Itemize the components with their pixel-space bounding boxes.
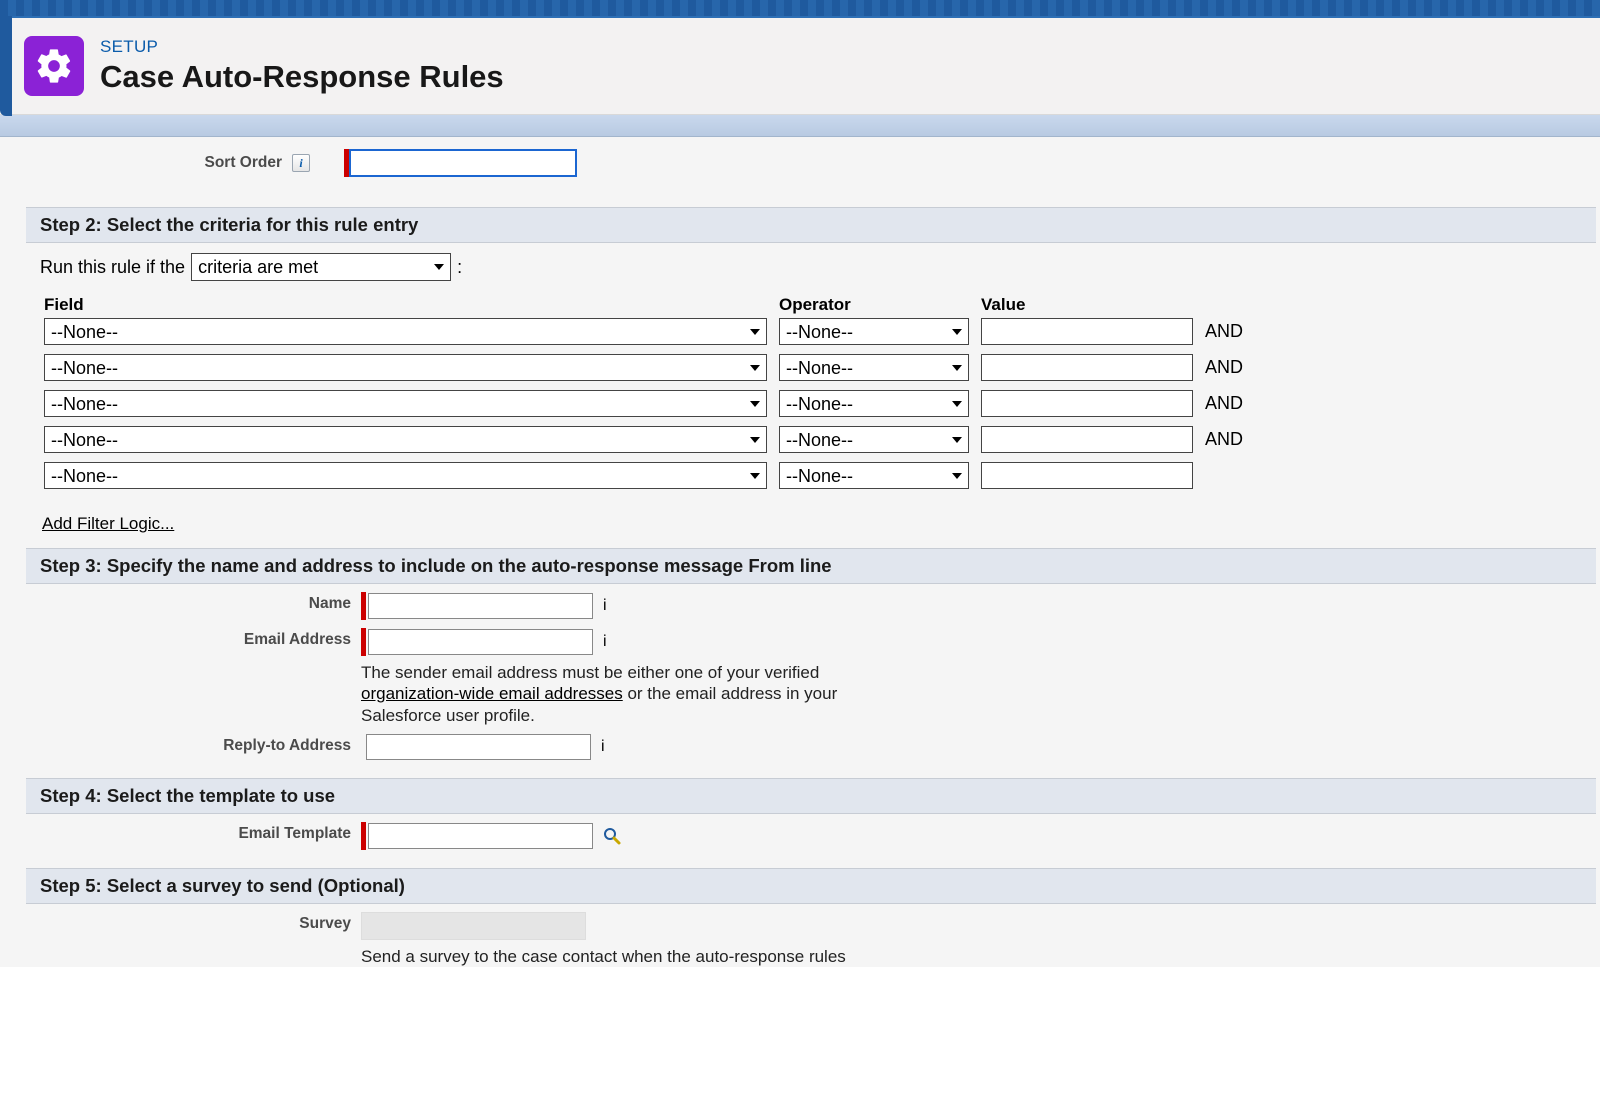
operator-select[interactable]: --None--: [779, 354, 969, 381]
operator-select[interactable]: --None--: [779, 426, 969, 453]
step-5-header: Step 5: Select a survey to send (Optiona…: [26, 868, 1596, 904]
field-select[interactable]: --None--: [44, 426, 767, 453]
field-select[interactable]: --None--: [44, 462, 767, 489]
name-label: Name: [26, 592, 361, 620]
survey-disabled-field: [361, 912, 586, 940]
lookup-icon[interactable]: [601, 825, 623, 847]
reply-to-label: Reply-to Address: [26, 734, 361, 760]
required-indicator: [361, 628, 366, 656]
sort-order-input[interactable]: [349, 149, 577, 177]
step-2-header: Step 2: Select the criteria for this rul…: [26, 207, 1596, 243]
value-input[interactable]: [981, 462, 1193, 489]
setup-gear-icon: [24, 36, 84, 96]
email-template-input[interactable]: [368, 823, 593, 849]
survey-hint-text: Send a survey to the case contact when t…: [361, 946, 846, 967]
breadcrumb: SETUP: [100, 37, 504, 57]
org-wide-addresses-link[interactable]: organization-wide email addresses: [361, 684, 623, 703]
email-address-input[interactable]: [368, 629, 593, 655]
field-select[interactable]: --None--: [44, 390, 767, 417]
page-header: SETUP Case Auto-Response Rules: [0, 18, 1600, 115]
info-icon[interactable]: i: [601, 738, 605, 756]
run-rule-prefix: Run this rule if the: [40, 257, 185, 278]
page-title: Case Auto-Response Rules: [100, 59, 504, 95]
criteria-mode-select[interactable]: criteria are met: [191, 253, 451, 281]
info-icon[interactable]: i: [292, 154, 310, 172]
value-input[interactable]: [981, 390, 1193, 417]
step-3-header: Step 3: Specify the name and address to …: [26, 548, 1596, 584]
value-input[interactable]: [981, 354, 1193, 381]
filter-row: --None-- --None--: [44, 462, 1578, 489]
value-input[interactable]: [981, 318, 1193, 345]
and-label: AND: [1205, 429, 1265, 450]
gear-icon: [34, 46, 74, 86]
step-4-header: Step 4: Select the template to use: [26, 778, 1596, 814]
operator-select[interactable]: --None--: [779, 390, 969, 417]
and-label: AND: [1205, 393, 1265, 414]
filter-row: --None-- --None-- AND: [44, 354, 1578, 381]
and-label: AND: [1205, 321, 1265, 342]
top-pattern-bar: [0, 0, 1600, 18]
operator-select[interactable]: --None--: [779, 318, 969, 345]
add-filter-logic-link[interactable]: Add Filter Logic...: [26, 506, 186, 542]
and-label: AND: [1205, 357, 1265, 378]
field-select[interactable]: --None--: [44, 318, 767, 345]
email-hint-text: The sender email address must be either …: [361, 662, 881, 726]
sub-header-strip: [0, 115, 1600, 137]
name-input[interactable]: [368, 593, 593, 619]
operator-select[interactable]: --None--: [779, 462, 969, 489]
required-indicator: [361, 592, 366, 620]
filter-row: --None-- --None-- AND: [44, 318, 1578, 345]
survey-label: Survey: [26, 912, 361, 967]
value-input[interactable]: [981, 426, 1193, 453]
operator-column-header: Operator: [779, 295, 969, 315]
criteria-colon: :: [457, 257, 462, 278]
field-column-header: Field: [44, 295, 767, 315]
info-icon[interactable]: i: [603, 597, 607, 615]
info-icon[interactable]: i: [603, 633, 607, 651]
required-indicator: [361, 822, 366, 850]
filter-row: --None-- --None-- AND: [44, 390, 1578, 417]
field-select[interactable]: --None--: [44, 354, 767, 381]
sort-order-label: Sort Order: [26, 154, 288, 172]
email-address-label: Email Address: [26, 628, 361, 726]
email-template-label: Email Template: [26, 822, 361, 850]
reply-to-input[interactable]: [366, 734, 591, 760]
value-column-header: Value: [981, 295, 1193, 315]
filter-row: --None-- --None-- AND: [44, 426, 1578, 453]
